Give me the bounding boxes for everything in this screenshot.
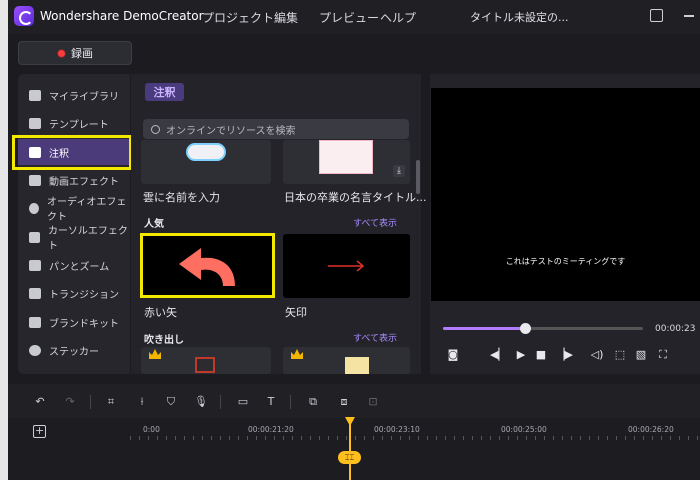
sidebar-item-transitions[interactable]: トランジション (18, 280, 130, 306)
section-title-speech-bubbles: 吹き出し (144, 335, 184, 346)
progress-knob[interactable] (520, 323, 531, 334)
cloud-graphic (186, 143, 226, 161)
window-edge (0, 0, 8, 480)
sidebar-item-stickers[interactable]: ステッカー (18, 337, 130, 363)
microphone-icon[interactable]: 🎙 (194, 395, 208, 408)
tick-label: 00:00:21:20 (248, 425, 294, 434)
minimize-icon[interactable] (684, 15, 694, 17)
thumbnail-bubble-2[interactable] (283, 347, 410, 374)
bubble-graphic (195, 357, 215, 373)
premium-crown-icon (291, 349, 303, 359)
ai-tool-icon[interactable]: ⊡ (366, 395, 380, 408)
toolbar-divider (290, 395, 291, 409)
fullscreen-icon[interactable]: ⛶ (656, 348, 670, 362)
sidebar-item-cursor-effects[interactable]: カーソルエフェクト (18, 224, 130, 252)
app-title: Wondershare DemoCreator (40, 9, 204, 23)
menu-project[interactable]: プロジェクト (202, 9, 274, 26)
sidebar-item-templates[interactable]: テンプレート (18, 110, 130, 136)
snapshot-camera-icon[interactable]: ◙ (446, 348, 460, 362)
grid-pattern-icon[interactable]: ▧ (634, 348, 648, 362)
straight-arrow-icon (328, 260, 365, 272)
menu-help[interactable]: ヘルプ (380, 9, 416, 26)
item-caption: 赤い矢 (144, 306, 177, 319)
crop-frame-icon[interactable]: ⬚ (613, 348, 627, 362)
video-preview (431, 88, 700, 301)
sidebar-item-pan-zoom[interactable]: パンとズーム (18, 252, 130, 278)
template-icon (29, 117, 41, 129)
tick-label: 00:00:26:20 (628, 425, 674, 434)
menu-preview[interactable]: プレビュー (319, 9, 379, 26)
stack-icon (29, 89, 41, 101)
play-icon[interactable]: ▶ (514, 348, 528, 362)
thumbnail-red-arrow[interactable] (140, 233, 275, 298)
thumbnail-arrow[interactable] (283, 234, 410, 298)
see-all-popular-link[interactable]: すべて表示 (353, 216, 397, 229)
sidebar-item-brand-kit[interactable]: ブランドキット (18, 309, 130, 335)
curved-arrow-icon (179, 248, 235, 286)
group-icon[interactable]: ⧉ (306, 395, 320, 408)
section-title-popular: 人気 (144, 219, 164, 230)
search-placeholder: オンラインでリソースを検索 (166, 125, 296, 137)
item-caption: 矢印 (285, 306, 307, 319)
download-icon[interactable]: ⤓ (393, 165, 405, 177)
cursor-effect-icon (29, 231, 40, 243)
undo-icon[interactable]: ↶ (33, 395, 47, 408)
card-graphic (319, 140, 373, 174)
brand-kit-icon (29, 316, 41, 328)
feedback-icon[interactable] (650, 9, 663, 22)
category-tag: 注釈 (145, 83, 184, 101)
sticker-icon (29, 344, 41, 356)
record-button[interactable]: 録画 (18, 41, 132, 65)
search-input[interactable]: オンラインでリソースを検索 (143, 119, 409, 139)
split-icon[interactable]: ⟊ (135, 395, 149, 408)
highlight-box (12, 135, 132, 170)
tick-label: 00:00:25:00 (501, 425, 547, 434)
audio-effect-icon (29, 202, 40, 214)
current-time: 00:00:23 (655, 324, 696, 334)
see-all-bubbles-link[interactable]: すべて表示 (353, 331, 397, 344)
playhead-split-handle[interactable]: ⌶⌶ (338, 451, 361, 464)
sidebar-item-video-effects[interactable]: 動画エフェクト (18, 167, 130, 193)
text-icon[interactable]: T (264, 395, 278, 408)
toolbar-divider (90, 395, 91, 409)
ungroup-icon[interactable]: ⧈ (337, 395, 351, 408)
record-label: 録画 (71, 47, 93, 60)
app-logo-icon (14, 6, 34, 26)
tick-label: 0:00 (143, 425, 160, 434)
redo-icon[interactable]: ↷ (63, 395, 77, 408)
panel-scrollbar[interactable] (416, 160, 420, 194)
premium-crown-icon (149, 349, 161, 359)
add-track-icon[interactable]: + (33, 425, 46, 438)
progress-fill (443, 327, 525, 330)
thumbnail-bubble-1[interactable] (141, 347, 271, 374)
sidebar: マイライブラリ テンプレート 注釈 動画エフェクト オーディオエフェクト カーソ… (18, 74, 130, 374)
item-caption: 雲に名前を入力 (143, 191, 220, 204)
preview-caption: これはテストのミーティングです (505, 257, 626, 266)
step-back-icon[interactable]: ◀▏ (490, 348, 507, 362)
ruler-ticks (130, 436, 700, 440)
document-title: タイトル未設定の... (470, 11, 569, 24)
sidebar-item-my-library[interactable]: マイライブラリ (18, 82, 130, 108)
thumbnail-graduation-title[interactable]: ⤓ (283, 140, 410, 184)
crop-icon[interactable]: ⌗ (104, 395, 118, 408)
shield-icon[interactable]: ⛉ (164, 395, 178, 408)
app-window: Wondershare DemoCreator プロジェクト 編集 プレビュー … (0, 0, 700, 480)
caption-bubble-icon[interactable]: ▭ (236, 395, 250, 408)
video-effect-icon (29, 174, 41, 186)
record-dot-icon (57, 48, 66, 58)
note-graphic (345, 357, 369, 374)
toolbar-divider (220, 395, 221, 409)
step-forward-icon[interactable]: ▕▶ (556, 348, 573, 362)
volume-icon[interactable]: ◁) (590, 348, 604, 362)
transition-icon (29, 287, 41, 299)
thumbnail-cloud-name[interactable] (141, 140, 271, 184)
pan-zoom-icon (29, 259, 41, 271)
menu-edit[interactable]: 編集 (274, 9, 298, 26)
sidebar-item-audio-effects[interactable]: オーディオエフェクト (18, 195, 130, 223)
stop-icon[interactable]: ■ (534, 348, 548, 362)
tick-label: 00:00:23:10 (374, 425, 420, 434)
item-caption: 日本の卒業の名言タイトル... (284, 191, 427, 204)
search-icon (151, 124, 160, 134)
